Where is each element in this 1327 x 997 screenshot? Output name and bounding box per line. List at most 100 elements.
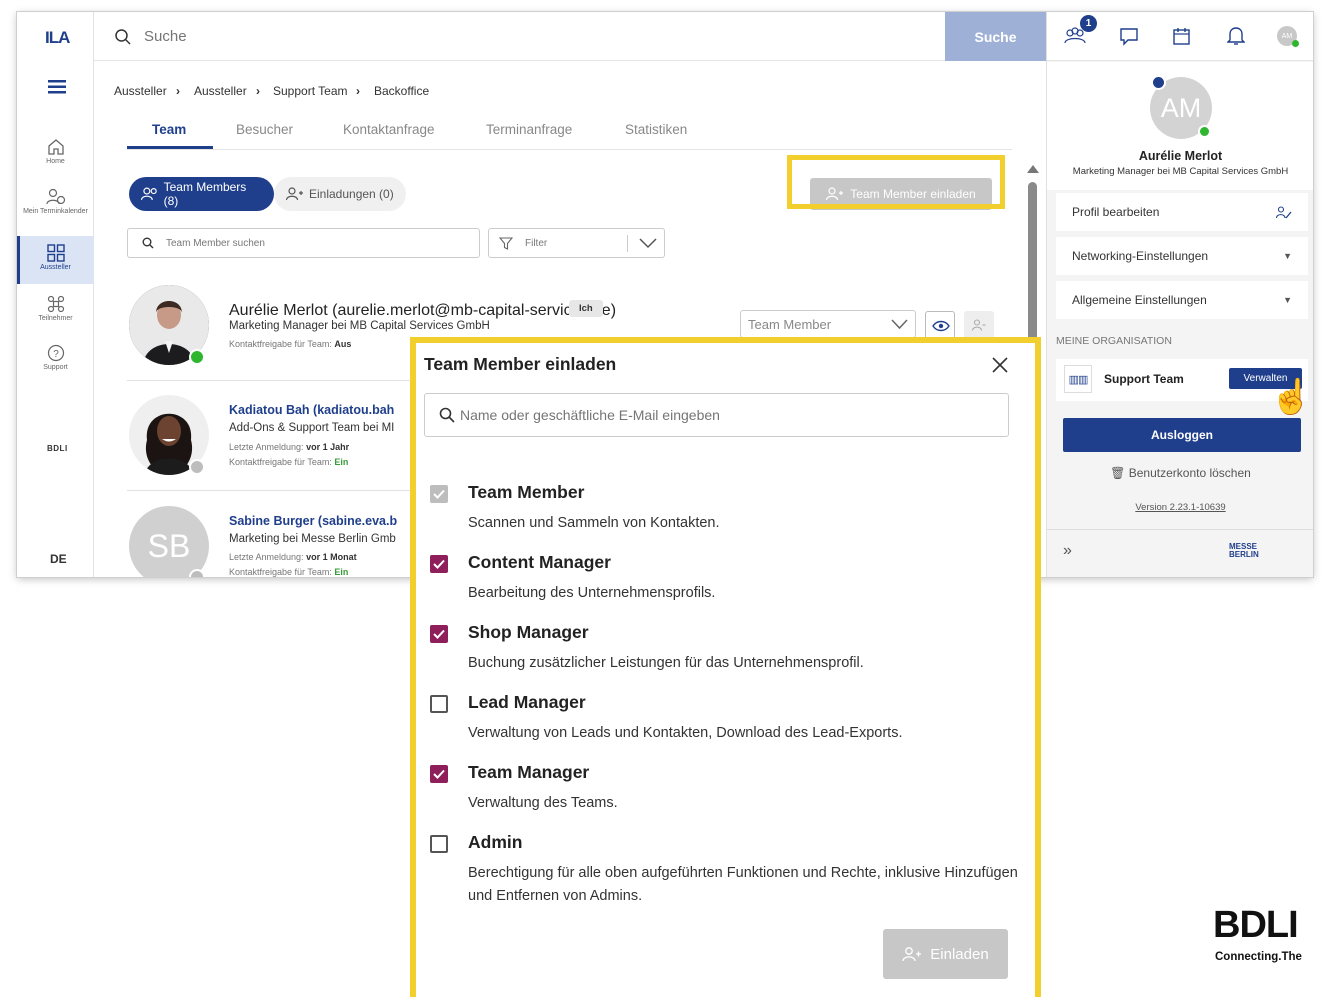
role-checkbox[interactable] bbox=[430, 555, 448, 573]
invite-submit-label: Einladen bbox=[930, 945, 989, 963]
pill-team-members-label: Team Members (8) bbox=[163, 180, 247, 208]
filter-select[interactable]: Filter bbox=[488, 228, 665, 258]
people-icon bbox=[141, 187, 157, 201]
chevron-down-icon bbox=[891, 319, 908, 330]
calendar-icon[interactable] bbox=[1172, 27, 1191, 46]
contact-share-label: Kontaktfreigabe für Team: bbox=[229, 567, 332, 577]
invite-search-field[interactable] bbox=[424, 393, 1009, 437]
member-search-field[interactable]: Team Member suchen bbox=[127, 228, 480, 258]
dialog-title: Team Member einladen bbox=[424, 354, 617, 374]
invite-submit-button[interactable]: Einladen bbox=[883, 929, 1008, 979]
general-settings-item[interactable]: Allgemeine Einstellungen ▼ bbox=[1056, 281, 1308, 319]
rail-label-support: Support bbox=[43, 364, 68, 371]
version-link[interactable]: Version 2.23.1-10639 bbox=[1047, 502, 1313, 513]
delete-account-link[interactable]: 🗑 Benutzerkonto löschen bbox=[1047, 466, 1313, 480]
chevron-right-icon: › bbox=[356, 84, 360, 98]
offline-status-dot bbox=[189, 569, 205, 577]
search-button[interactable]: Suche bbox=[945, 12, 1046, 61]
org-heading: MEINE ORGANISATION bbox=[1056, 335, 1172, 347]
rail-label-participants: Teilnehmer bbox=[38, 315, 73, 322]
member-name[interactable]: Aurélie Merlot (aurelie.merlot@mb-capita… bbox=[229, 302, 616, 320]
breadcrumb-item[interactable]: Support Team bbox=[273, 84, 348, 98]
pill-invitations[interactable]: Einladungen (0) bbox=[274, 177, 406, 211]
last-login-value: vor 1 Jahr bbox=[306, 442, 350, 452]
view-button[interactable] bbox=[925, 311, 955, 339]
role-select[interactable]: Team Member bbox=[740, 310, 916, 338]
hamburger-menu-icon[interactable] bbox=[48, 80, 66, 99]
tab-visitors[interactable]: Besucher bbox=[236, 122, 293, 137]
remove-member-button[interactable] bbox=[964, 311, 994, 339]
member-name[interactable]: Kadiatou Bah (kadiatou.bah bbox=[229, 403, 399, 417]
networking-settings-label: Networking-Einstellungen bbox=[1072, 249, 1209, 263]
global-search-input[interactable] bbox=[144, 24, 924, 48]
corner-logo-mark: BDLI bbox=[1213, 904, 1299, 946]
add-person-icon bbox=[902, 946, 922, 961]
member-subtitle: Add-Ons & Support Team bei MI bbox=[229, 422, 395, 434]
rail-item-participants[interactable]: Teilnehmer bbox=[17, 295, 94, 322]
pill-team-members[interactable]: Team Members (8) bbox=[129, 177, 274, 211]
search-icon bbox=[142, 237, 154, 249]
role-checkbox[interactable] bbox=[430, 695, 448, 713]
tab-appointment-requests[interactable]: Terminanfrage bbox=[486, 122, 572, 137]
offline-status-dot bbox=[189, 459, 205, 475]
invite-search-input[interactable] bbox=[460, 407, 980, 423]
rail-item-home[interactable]: Home bbox=[17, 138, 94, 165]
role-description: Scannen und Sammeln von Kontakten. bbox=[468, 515, 720, 531]
role-title: Admin bbox=[468, 832, 523, 852]
logout-button[interactable]: Ausloggen bbox=[1063, 418, 1301, 452]
notification-count-badge: 1 bbox=[1080, 15, 1097, 32]
role-title: Shop Manager bbox=[468, 622, 589, 642]
tab-divider bbox=[127, 149, 1012, 150]
calendar-person-icon bbox=[45, 188, 65, 205]
role-title: Lead Manager bbox=[468, 692, 586, 712]
role-title: Team Member bbox=[468, 482, 585, 502]
scroll-up-arrow[interactable] bbox=[1027, 165, 1039, 173]
tab-contact-requests[interactable]: Kontaktanfrage bbox=[343, 122, 435, 137]
delete-account-label: Benutzerkonto löschen bbox=[1128, 466, 1251, 480]
online-status-dot bbox=[189, 349, 205, 365]
expand-icon[interactable]: » bbox=[1063, 542, 1072, 560]
breadcrumb-item[interactable]: Aussteller bbox=[194, 84, 247, 98]
role-checkbox[interactable] bbox=[430, 625, 448, 643]
chat-icon[interactable] bbox=[1119, 27, 1139, 46]
member-name[interactable]: Sabine Burger (sabine.eva.b bbox=[229, 514, 399, 528]
shield-icon bbox=[1151, 75, 1166, 90]
role-checkbox[interactable] bbox=[430, 485, 448, 503]
network-icon bbox=[47, 295, 64, 313]
help-icon: ? bbox=[47, 344, 64, 362]
close-icon[interactable] bbox=[991, 356, 1009, 374]
role-title: Team Manager bbox=[468, 762, 590, 782]
networking-settings-item[interactable]: Networking-Einstellungen ▼ bbox=[1056, 237, 1308, 275]
profile-subtitle: Marketing Manager bei MB Capital Service… bbox=[1072, 166, 1289, 177]
caret-down-icon: ▼ bbox=[1283, 295, 1292, 305]
bell-icon[interactable] bbox=[1227, 26, 1245, 46]
rail-item-calendar[interactable]: Mein Terminkalender bbox=[17, 188, 94, 216]
messe-berlin-logo: MESSE BERLIN bbox=[1229, 542, 1259, 559]
edit-profile-item[interactable]: Profil bearbeiten bbox=[1056, 193, 1308, 231]
member-search-placeholder: Team Member suchen bbox=[166, 237, 265, 249]
language-switch[interactable]: DE bbox=[50, 552, 67, 566]
search-icon bbox=[439, 407, 455, 423]
rail-item-exhibitors[interactable]: Aussteller bbox=[17, 244, 94, 271]
eye-icon bbox=[932, 320, 950, 332]
rail-item-support[interactable]: ? Support bbox=[17, 344, 94, 371]
avatar: SB bbox=[129, 506, 209, 577]
scrollbar-thumb[interactable] bbox=[1028, 182, 1037, 347]
role-checkbox[interactable] bbox=[430, 835, 448, 853]
profile-panel: 1 AM AM Aurélie Merlot Marketing Manager… bbox=[1046, 12, 1313, 577]
role-checkbox[interactable] bbox=[430, 765, 448, 783]
breadcrumb-item[interactable]: Backoffice bbox=[374, 84, 429, 98]
member-contact-share: Kontaktfreigabe für Team: Ein bbox=[229, 567, 348, 577]
breadcrumb-item[interactable]: Aussteller bbox=[114, 84, 167, 98]
member-subtitle: Marketing bei Messe Berlin Gmb bbox=[229, 533, 396, 545]
profile-name: Aurélie Merlot bbox=[1138, 149, 1223, 163]
tab-statistics[interactable]: Statistiken bbox=[625, 122, 687, 137]
role-description: Verwaltung des Teams. bbox=[468, 795, 618, 811]
remove-person-icon bbox=[972, 319, 986, 331]
home-icon bbox=[47, 139, 64, 155]
tab-team[interactable]: Team bbox=[152, 122, 186, 137]
chevron-right-icon: › bbox=[176, 84, 180, 98]
app-logo: ILA bbox=[45, 28, 70, 47]
trash-icon: 🗑 bbox=[1110, 466, 1126, 480]
rail-label-home: Home bbox=[46, 158, 65, 165]
